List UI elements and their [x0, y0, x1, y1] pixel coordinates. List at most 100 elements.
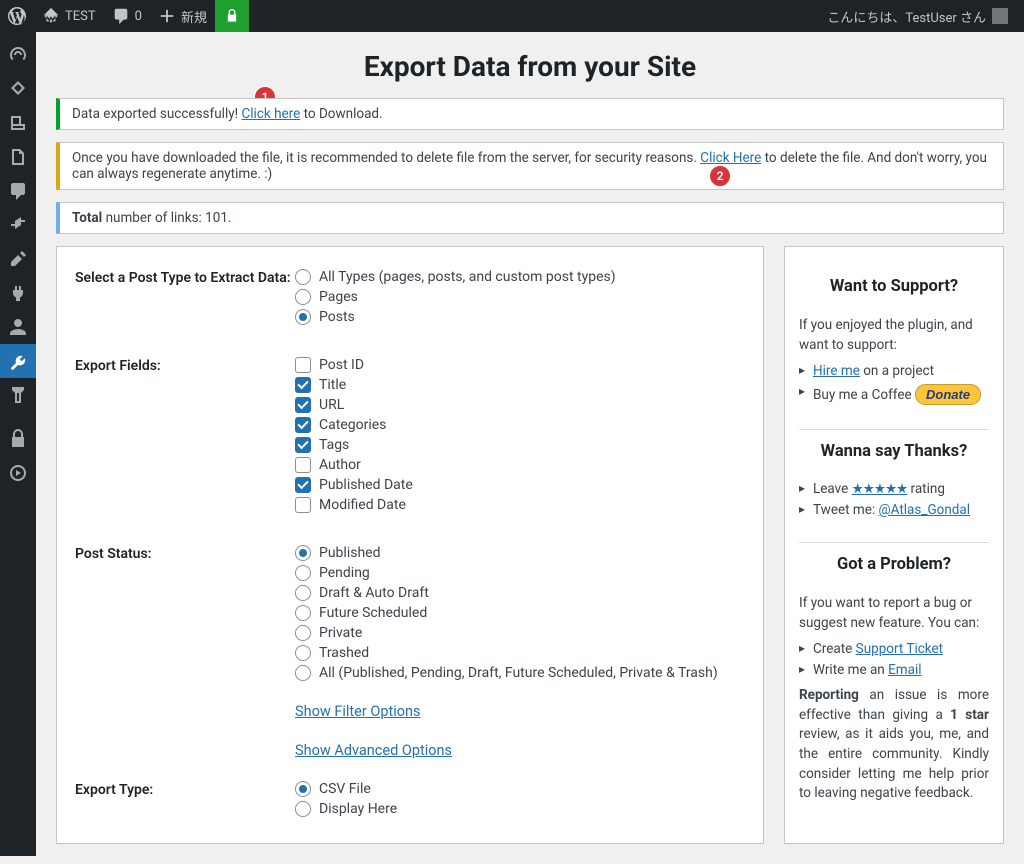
checkbox-input[interactable] [295, 457, 311, 473]
radio-input[interactable] [295, 665, 311, 681]
support-item-hire: Hire me on a project [799, 363, 989, 379]
export-field-option-label: Categories [319, 417, 386, 433]
wp-logo[interactable] [0, 0, 34, 32]
export-type-option[interactable]: Display Here [295, 801, 745, 817]
new-label: 新規 [181, 7, 207, 26]
radio-input[interactable] [295, 801, 311, 817]
download-link[interactable]: Click here [241, 106, 300, 122]
checkbox-input[interactable] [295, 397, 311, 413]
export-type-option[interactable]: CSV File [295, 781, 745, 797]
show-advanced-link[interactable]: Show Advanced Options [295, 742, 452, 759]
post-status-option[interactable]: Draft & Auto Draft [295, 585, 745, 601]
export-field-option-label: Published Date [319, 477, 413, 493]
new-content-link[interactable]: 新規 [150, 0, 215, 32]
admin-menu [0, 32, 36, 856]
export-fields-options: Post ID Title URL Categories Tags Author Publi… [295, 357, 745, 517]
radio-input[interactable] [295, 269, 311, 285]
export-fields-label: Export Fields: [75, 357, 295, 517]
site-name-link[interactable]: TEST [34, 0, 104, 32]
checkbox-input[interactable] [295, 497, 311, 513]
comments-count: 0 [135, 9, 142, 24]
comments-link[interactable]: 0 [104, 0, 150, 32]
post-status-option-label: All (Published, Pending, Draft, Future S… [319, 665, 718, 681]
post-status-option-label: Pending [319, 565, 370, 581]
sidebar-panel: Want to Support? If you enjoyed the plug… [784, 246, 1004, 844]
reporting-note: Reporting an issue is more effective tha… [799, 686, 989, 803]
export-field-option-label: URL [319, 397, 344, 413]
radio-input[interactable] [295, 565, 311, 581]
admin-bar: TEST 0 新規 こんにちは、TestUser さん [0, 0, 1024, 32]
export-type-label: Export Type: [75, 781, 295, 821]
delete-file-link[interactable]: Click Here [700, 150, 761, 166]
stars-link[interactable]: ★★★★★ [852, 481, 908, 497]
radio-input[interactable] [295, 605, 311, 621]
export-field-option[interactable]: Categories [295, 417, 745, 433]
menu-lock[interactable] [0, 422, 36, 456]
user-greeting[interactable]: こんにちは、TestUser さん [819, 0, 1016, 32]
menu-tools[interactable] [0, 344, 36, 378]
post-type-option[interactable]: Posts [295, 309, 745, 325]
menu-media[interactable] [0, 106, 36, 140]
problem-item-ticket: Create Support Ticket [799, 641, 989, 657]
menu-dashboard[interactable] [0, 38, 36, 72]
export-field-option-label: Post ID [319, 357, 364, 373]
post-type-option[interactable]: All Types (pages, posts, and custom post… [295, 269, 745, 285]
radio-input[interactable] [295, 781, 311, 797]
export-field-option[interactable]: Tags [295, 437, 745, 453]
hire-me-link[interactable]: Hire me [813, 363, 860, 379]
checkbox-input[interactable] [295, 357, 311, 373]
menu-settings[interactable] [0, 378, 36, 412]
menu-comments[interactable] [0, 174, 36, 208]
post-status-option[interactable]: Trashed [295, 645, 745, 661]
post-status-option-label: Draft & Auto Draft [319, 585, 429, 601]
tweet-link[interactable]: @Atlas_Gondal [879, 502, 971, 518]
problem-item-email: Write me an Email [799, 662, 989, 678]
checkbox-input[interactable] [295, 377, 311, 393]
post-type-option[interactable]: Pages [295, 289, 745, 305]
radio-input[interactable] [295, 585, 311, 601]
post-status-option[interactable]: All (Published, Pending, Draft, Future S… [295, 665, 745, 681]
post-type-option-label: Pages [319, 289, 358, 305]
export-field-option[interactable]: URL [295, 397, 745, 413]
menu-share[interactable] [0, 208, 36, 242]
export-field-option[interactable]: Author [295, 457, 745, 473]
radio-input[interactable] [295, 545, 311, 561]
checkbox-input[interactable] [295, 477, 311, 493]
menu-pages[interactable] [0, 140, 36, 174]
post-status-option[interactable]: Published [295, 545, 745, 561]
post-type-option-label: All Types (pages, posts, and custom post… [319, 269, 616, 285]
export-field-option[interactable]: Title [295, 377, 745, 393]
export-field-option[interactable]: Post ID [295, 357, 745, 373]
post-type-options: All Types (pages, posts, and custom post… [295, 269, 745, 329]
lock-indicator[interactable] [215, 0, 249, 32]
checkbox-input[interactable] [295, 417, 311, 433]
radio-input[interactable] [295, 625, 311, 641]
export-field-option-label: Title [319, 377, 346, 393]
export-field-option-label: Modified Date [319, 497, 406, 513]
post-status-option[interactable]: Pending [295, 565, 745, 581]
post-status-option-label: Published [319, 545, 380, 561]
export-field-option[interactable]: Published Date [295, 477, 745, 493]
support-ticket-link[interactable]: Support Ticket [856, 641, 943, 657]
export-field-option-label: Tags [319, 437, 349, 453]
menu-appearance[interactable] [0, 242, 36, 276]
main-panel: Select a Post Type to Extract Data: All … [56, 246, 764, 844]
checkbox-input[interactable] [295, 437, 311, 453]
menu-posts[interactable] [0, 72, 36, 106]
menu-circle[interactable] [0, 456, 36, 490]
radio-input[interactable] [295, 645, 311, 661]
donate-button[interactable]: Donate [915, 384, 981, 405]
email-link[interactable]: Email [888, 662, 921, 678]
export-field-option-label: Author [319, 457, 361, 473]
show-filter-link[interactable]: Show Filter Options [295, 703, 421, 720]
menu-plugins[interactable] [0, 276, 36, 310]
support-item-coffee: Buy me a Coffee Donate [799, 384, 989, 405]
post-status-label: Post Status: [75, 545, 295, 685]
post-status-option[interactable]: Future Scheduled [295, 605, 745, 621]
post-type-option-label: Posts [319, 309, 355, 325]
post-status-option[interactable]: Private [295, 625, 745, 641]
export-field-option[interactable]: Modified Date [295, 497, 745, 513]
radio-input[interactable] [295, 309, 311, 325]
menu-users[interactable] [0, 310, 36, 344]
radio-input[interactable] [295, 289, 311, 305]
